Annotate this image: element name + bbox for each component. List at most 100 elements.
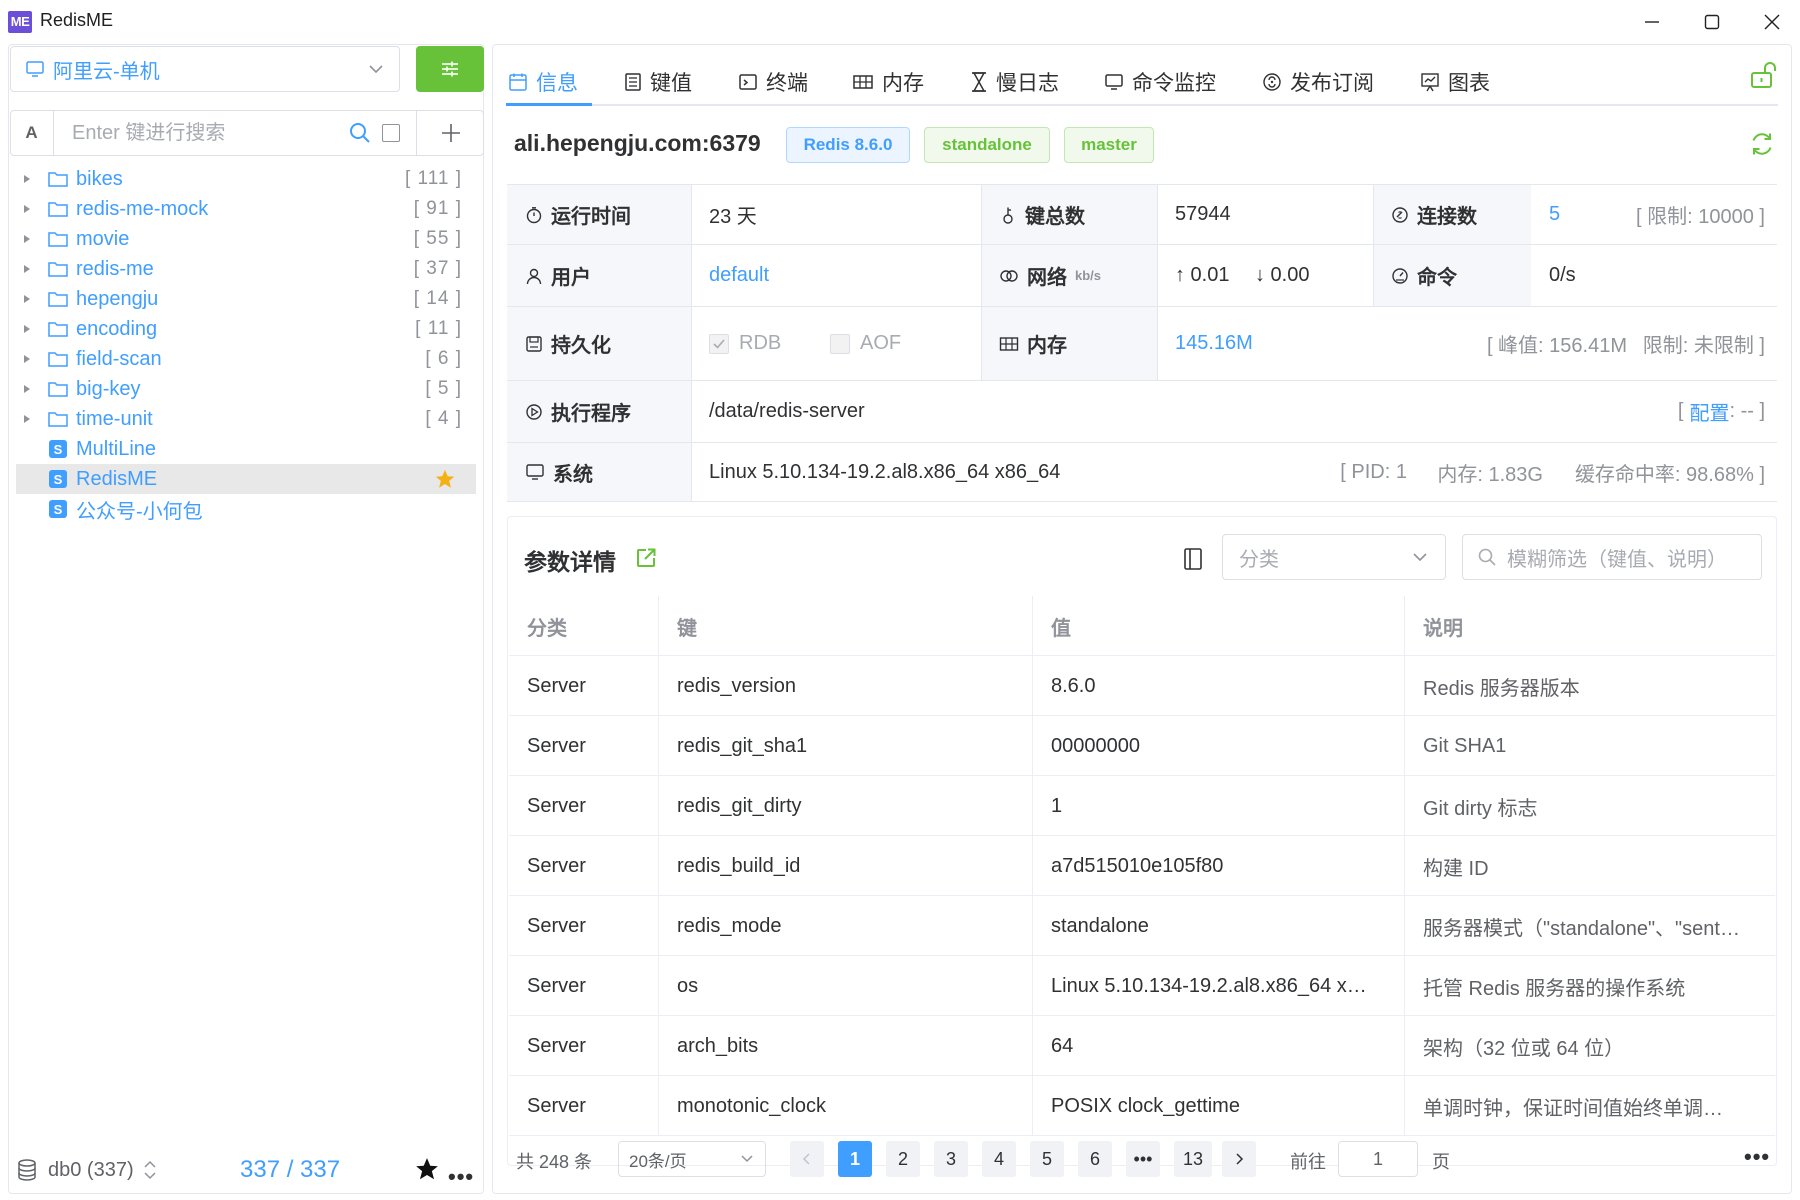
- monitor-icon: [26, 61, 44, 77]
- tree-item[interactable]: redis-me-mock [ 91 ]: [16, 194, 476, 224]
- tab-info[interactable]: 信息: [508, 58, 578, 106]
- caret-right-icon[interactable]: [16, 194, 38, 224]
- cell-description: 服务器模式（"standalone"、"sent…: [1423, 917, 1740, 940]
- user-value[interactable]: default: [709, 245, 959, 306]
- page-button[interactable]: 5: [1030, 1141, 1064, 1177]
- favorites-star-icon[interactable]: [414, 1156, 440, 1182]
- search-icon: [1478, 548, 1496, 566]
- category-select[interactable]: 分类: [1222, 534, 1446, 580]
- page-size-select[interactable]: 20条/页: [618, 1141, 766, 1177]
- header-category[interactable]: 分类: [509, 596, 659, 656]
- search-input[interactable]: [58, 113, 338, 153]
- tree-item[interactable]: S RedisME: [16, 464, 476, 494]
- table-row[interactable]: Server os Linux 5.10.134-19.2.al8.x86_64 x…: [509, 956, 1775, 1016]
- cell-description: Git dirty 标志: [1423, 797, 1538, 820]
- column-toggle-icon[interactable]: [1182, 547, 1204, 571]
- memory-grid-icon: [999, 336, 1019, 351]
- tab-terminal[interactable]: 终端: [738, 58, 808, 106]
- aof-checkbox[interactable]: AOF: [830, 307, 950, 380]
- star-icon[interactable]: [434, 468, 456, 490]
- config-link[interactable]: 配置: [1689, 397, 1729, 426]
- params-filter-input[interactable]: 模糊筛选（键值、说明）: [1462, 534, 1762, 580]
- refresh-icon[interactable]: [1748, 130, 1776, 158]
- table-row[interactable]: Server arch_bits 64 架构（32 位或 64 位）: [509, 1016, 1775, 1076]
- tree-item[interactable]: field-scan [ 6 ]: [16, 344, 476, 374]
- more-options-icon[interactable]: •••: [1744, 1144, 1770, 1170]
- unlock-icon[interactable]: [1748, 60, 1778, 90]
- page-button[interactable]: 1: [838, 1141, 872, 1177]
- header-description[interactable]: 说明: [1405, 596, 1775, 656]
- tab-slowlog[interactable]: 慢日志: [970, 58, 1059, 106]
- search-icon[interactable]: [348, 121, 372, 145]
- tab-charts[interactable]: 图表: [1420, 58, 1490, 106]
- close-icon: [1764, 14, 1780, 30]
- folder-icon: [46, 224, 70, 254]
- network-icon: [1000, 269, 1018, 282]
- config-info: [ 配置 : -- ]: [1607, 381, 1765, 442]
- connection-settings-button[interactable]: [416, 46, 484, 92]
- database-icon: [18, 1159, 36, 1181]
- page-button[interactable]: 2: [886, 1141, 920, 1177]
- page-ellipsis[interactable]: •••: [1126, 1141, 1160, 1177]
- caret-right-icon[interactable]: [16, 224, 38, 254]
- caret-right-icon[interactable]: [16, 284, 38, 314]
- page-button[interactable]: 13: [1174, 1141, 1212, 1177]
- tab-keyvalue[interactable]: 键值: [624, 58, 692, 106]
- stopwatch-icon: [526, 206, 542, 223]
- connection-select[interactable]: 阿里云-单机: [10, 46, 400, 92]
- maximize-button[interactable]: [1684, 6, 1740, 38]
- cell-value: 64: [1033, 1016, 1405, 1076]
- memory-grid-icon: [853, 75, 873, 89]
- goto-page-input[interactable]: [1338, 1141, 1418, 1177]
- tree-item[interactable]: redis-me [ 37 ]: [16, 254, 476, 284]
- header-key[interactable]: 键: [659, 596, 1033, 656]
- caret-right-icon[interactable]: [16, 404, 38, 434]
- page-button[interactable]: 3: [934, 1141, 968, 1177]
- user-label: 用户: [507, 245, 691, 306]
- cell-description: Redis 服务器版本: [1423, 677, 1580, 700]
- table-row[interactable]: Server redis_build_id a7d515010e105f80 构建 I…: [509, 836, 1775, 896]
- page-button[interactable]: 6: [1078, 1141, 1112, 1177]
- network-unit: kb/s: [1075, 268, 1102, 283]
- tree-item[interactable]: big-key [ 5 ]: [16, 374, 476, 404]
- tree-item[interactable]: S MultiLine: [16, 434, 476, 464]
- add-key-button[interactable]: [416, 110, 484, 156]
- system-memory: 内存: 1.83G: [1437, 463, 1543, 486]
- sort-updown-icon[interactable]: [142, 1159, 158, 1181]
- caret-right-icon[interactable]: [16, 344, 38, 374]
- tree-item[interactable]: bikes [ 111 ]: [16, 164, 476, 194]
- tree-item[interactable]: S 公众号-小何包: [16, 494, 476, 524]
- tree-item[interactable]: time-unit [ 4 ]: [16, 404, 476, 434]
- external-link-icon[interactable]: [634, 546, 658, 570]
- header-value[interactable]: 值: [1033, 596, 1405, 656]
- caret-right-icon[interactable]: [16, 164, 38, 194]
- close-button[interactable]: [1744, 6, 1800, 38]
- tree-item[interactable]: hepengju [ 14 ]: [16, 284, 476, 314]
- connection-label: 阿里云-单机: [53, 60, 160, 83]
- cell-value: standalone: [1033, 896, 1405, 956]
- page-button[interactable]: 4: [982, 1141, 1016, 1177]
- tab-pubsub[interactable]: 发布订阅: [1262, 58, 1374, 106]
- exact-match-checkbox[interactable]: [382, 124, 400, 142]
- table-row[interactable]: Server redis_git_sha1 00000000 Git SHA1: [509, 716, 1775, 776]
- tab-command-monitor[interactable]: 命令监控: [1104, 58, 1216, 106]
- search-mode-toggle[interactable]: A: [10, 110, 54, 156]
- next-page-button[interactable]: [1222, 1141, 1256, 1177]
- rdb-checkbox[interactable]: RDB: [709, 307, 829, 380]
- caret-right-icon[interactable]: [16, 374, 38, 404]
- chevron-down-icon: [741, 1155, 753, 1163]
- table-row[interactable]: Server redis_mode standalone 服务器模式（"standal…: [509, 896, 1775, 956]
- tree-item-name: time-unit: [76, 407, 153, 430]
- table-row[interactable]: Server redis_git_dirty 1 Git dirty 标志: [509, 776, 1775, 836]
- more-options-icon[interactable]: •••: [448, 1164, 474, 1190]
- tree-item[interactable]: movie [ 55 ]: [16, 224, 476, 254]
- table-row[interactable]: Server redis_version 8.6.0 Redis 服务器版本: [509, 656, 1775, 716]
- caret-right-icon[interactable]: [16, 314, 38, 344]
- tab-memory[interactable]: 内存: [852, 58, 924, 106]
- tree-item[interactable]: encoding [ 11 ]: [16, 314, 476, 344]
- caret-right-icon[interactable]: [16, 254, 38, 284]
- prev-page-button[interactable]: [790, 1141, 824, 1177]
- db-select[interactable]: db0 (337): [48, 1159, 134, 1182]
- table-row[interactable]: Server monotonic_clock POSIX clock_gettime…: [509, 1076, 1775, 1136]
- minimize-button[interactable]: [1624, 6, 1680, 38]
